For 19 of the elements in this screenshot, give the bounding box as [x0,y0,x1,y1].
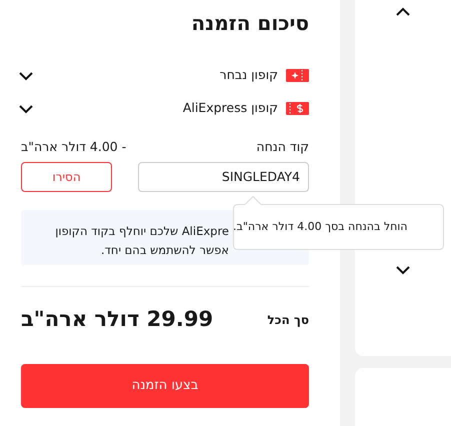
notice-text: AliExpre שלכם יוחלף בקוד הקופון [54,222,229,240]
coupon-icon [286,69,309,82]
notice-text: אפשר להשתמש בהם יחד. [100,242,229,259]
discount-code-field[interactable]: SINGLEDAY4 [138,162,309,192]
place-order-button[interactable]: בצעו הזמנה [21,364,309,408]
tooltip: הוחל בהנחה בסך 4.00 דולר ארה"ב. [233,196,444,250]
coupon-label: קופון נבחר [220,66,278,84]
discount-code-label: קוד הנחה [256,138,309,156]
discount-amount: - 4.00 דולר ארה"ב [21,138,126,156]
coupon-icon [286,102,309,115]
total-label: סך הכל [267,312,309,329]
collapse-chevron-icon[interactable] [395,6,411,18]
remove-button[interactable]: הסירו [21,162,112,192]
expand-chevron-icon[interactable] [395,264,411,276]
order-summary-title: סיכום הזמנה [190,10,309,36]
coupon-label: קופון AliExpress [182,99,278,118]
expand-chevron-icon[interactable] [18,70,34,82]
expand-chevron-icon[interactable] [18,102,34,114]
total-amount: 29.99 דולר ארה"ב [21,306,214,333]
